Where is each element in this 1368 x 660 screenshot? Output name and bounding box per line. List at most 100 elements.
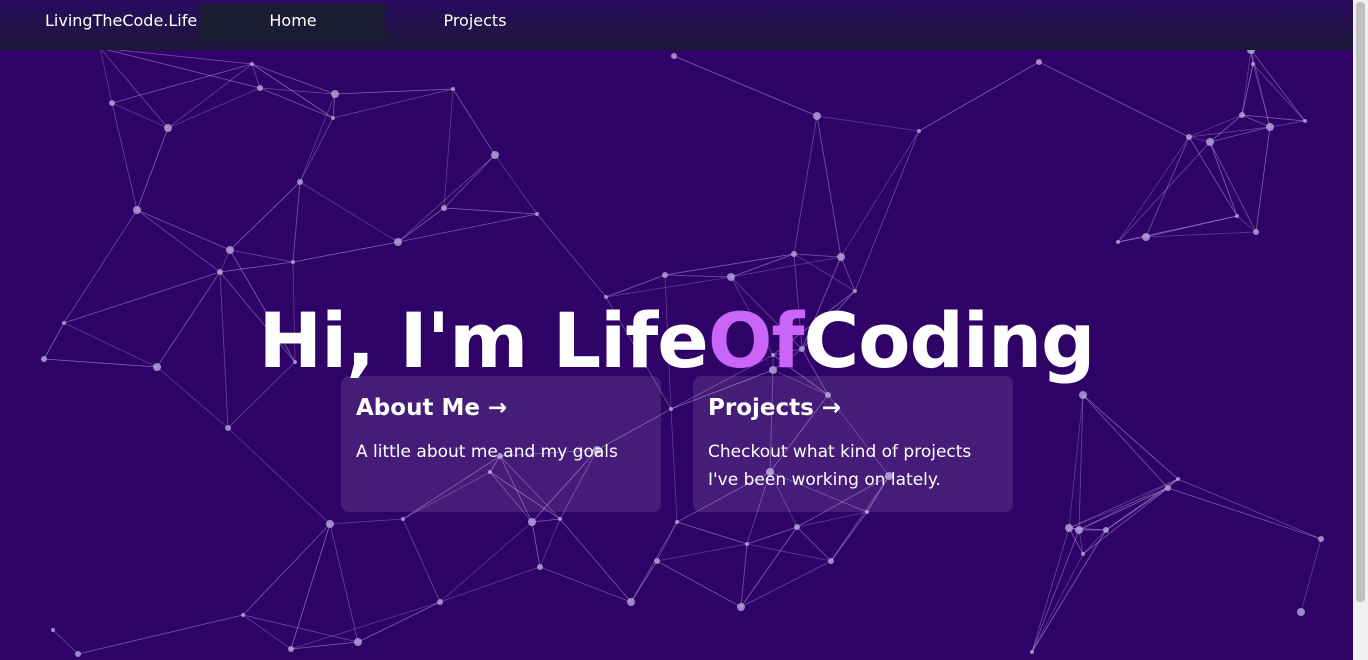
scrollbar-thumb[interactable] [1356, 2, 1365, 602]
particle-node [1253, 229, 1259, 235]
projects-card-description: Checkout what kind of projects I've been… [708, 442, 972, 490]
particle-link [259, 87, 334, 119]
particle-link [229, 181, 301, 251]
particle-link [259, 87, 336, 95]
particle-link [1031, 529, 1080, 653]
particle-link [1068, 478, 1179, 529]
particle-link [539, 518, 561, 568]
particle-link [676, 521, 748, 545]
about-me-card-title: About Me → [356, 394, 646, 422]
hero-headline-suffix: Coding [803, 295, 1096, 385]
particle-link [740, 560, 832, 608]
particle-link [630, 521, 678, 603]
particle-link [443, 207, 538, 215]
particle-link [840, 256, 856, 292]
particle-node [675, 520, 679, 524]
arrow-right-icon: → [821, 395, 842, 421]
particle-link [99, 47, 253, 65]
particle-link [290, 523, 331, 650]
particle-link [1209, 141, 1257, 233]
particle-node [297, 179, 303, 185]
particle-link [99, 47, 261, 89]
particle-node [1206, 138, 1214, 146]
particle-node [1318, 536, 1324, 542]
particle-node [654, 558, 660, 564]
about-me-card[interactable]: About Me → A little about me and my goal… [341, 376, 661, 512]
particle-node [1186, 134, 1192, 140]
nav-home[interactable]: Home [200, 4, 386, 40]
particle-link [673, 55, 818, 117]
particle-link [746, 526, 798, 545]
particle-node [1165, 485, 1171, 491]
particle-link [793, 115, 818, 255]
particle-node [451, 87, 455, 91]
particle-link [1078, 478, 1179, 531]
particle-link [1269, 120, 1306, 128]
projects-card[interactable]: Projects → Checkout what kind of project… [693, 376, 1013, 512]
particle-link [656, 560, 742, 608]
particle-node [1297, 608, 1305, 616]
nav-projects[interactable]: Projects [382, 4, 568, 40]
particle-node [1266, 123, 1274, 131]
particle-node [1103, 527, 1109, 533]
about-me-card-description: A little about me and my goals [356, 442, 618, 462]
particle-link [664, 274, 732, 278]
particle-link [796, 511, 868, 528]
vertical-scrollbar[interactable] [1353, 0, 1368, 660]
particle-link [167, 63, 253, 129]
particle-node [813, 112, 821, 120]
particle-link [1145, 231, 1257, 238]
particle-link [397, 207, 445, 243]
particle-node [226, 246, 234, 254]
particle-node [441, 205, 447, 211]
particle-node [1036, 59, 1042, 65]
particle-link [1241, 114, 1306, 122]
particle-link [670, 408, 678, 523]
particle-node [1081, 552, 1085, 556]
particle-node [1065, 524, 1073, 532]
particle-link [559, 518, 632, 603]
particle-link [830, 511, 868, 562]
particle-link [1300, 538, 1322, 613]
particle-node [164, 124, 172, 132]
particle-link [1241, 63, 1254, 116]
particle-link [242, 614, 292, 650]
particle-link [299, 117, 334, 183]
particle-link [1241, 49, 1252, 116]
particle-link [605, 274, 666, 298]
particle-link [1117, 141, 1211, 243]
particle-node [437, 599, 443, 605]
particle-link [840, 130, 920, 258]
particle-node [75, 651, 81, 657]
particle-link [854, 130, 920, 292]
particle-node [662, 272, 668, 278]
particle-link [136, 209, 221, 273]
particle-link [1236, 215, 1257, 233]
brand-link[interactable]: LivingTheCode.Life [45, 11, 197, 31]
particle-link [730, 253, 795, 278]
particle-node [288, 646, 294, 652]
particle-link [1082, 394, 1169, 489]
particle-link [357, 601, 441, 643]
particle-link [656, 543, 748, 562]
particle-link [290, 601, 441, 650]
particle-link [111, 102, 138, 211]
particle-link [1082, 529, 1107, 555]
particle-node [791, 251, 797, 257]
particle-link [630, 560, 658, 603]
particle-link [531, 521, 541, 568]
particle-node [291, 260, 295, 264]
particle-link [664, 253, 795, 276]
particle-node [1079, 391, 1087, 399]
particle-link [227, 427, 331, 525]
about-me-card-title-text: About Me [356, 395, 480, 421]
particle-node [133, 206, 141, 214]
particle-link [397, 213, 538, 243]
particle-link [1038, 61, 1190, 138]
particle-link [439, 566, 541, 603]
particle-node [354, 638, 362, 646]
particle-link [136, 127, 169, 211]
particle-link [793, 253, 842, 258]
particle-link [292, 241, 399, 263]
particle-link [77, 614, 244, 655]
